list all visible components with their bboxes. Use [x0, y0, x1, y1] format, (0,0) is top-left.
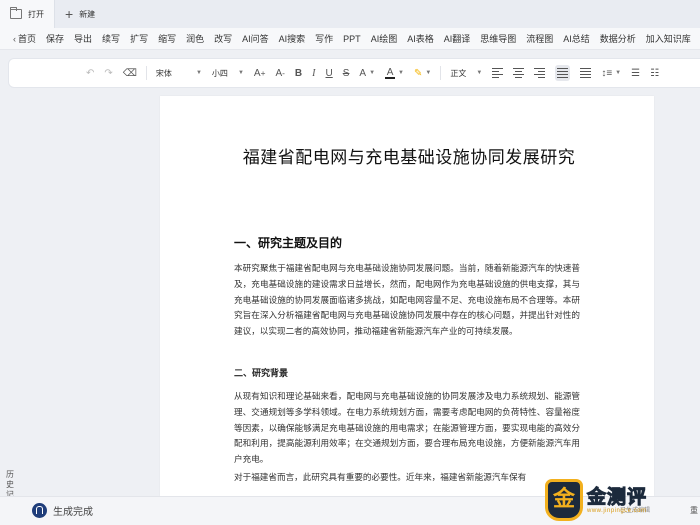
- document-page[interactable]: 福建省配电网与充电基础设施协同发展研究 一、研究主题及目的 本研究聚焦于福建省配…: [160, 96, 654, 496]
- font-family-select[interactable]: 宋体 ▼: [156, 68, 202, 79]
- chevron-down-icon: ▼: [237, 70, 244, 76]
- menu-polish[interactable]: 润色: [181, 28, 209, 49]
- plus-icon: +: [65, 6, 74, 22]
- chevron-down-icon: ▼: [398, 70, 404, 76]
- generation-status-text: 生成完成: [53, 507, 93, 518]
- numbered-list-button[interactable]: ☷: [650, 68, 659, 79]
- document-title: 福建省配电网与充电基础设施协同发展研究: [242, 148, 576, 168]
- menu-writing[interactable]: 写作: [310, 28, 338, 49]
- align-justify-icon: [555, 65, 571, 81]
- align-justify-button[interactable]: [555, 65, 571, 81]
- undo-icon[interactable]: ↶: [86, 68, 94, 79]
- font-color-button[interactable]: A ▼: [385, 67, 404, 79]
- menu-ai-summary[interactable]: AI总结: [558, 28, 595, 49]
- section-heading: 一、研究主题及目的: [234, 236, 343, 250]
- chevron-left-icon: ‹: [13, 33, 16, 44]
- line-spacing-icon: ↕≡: [601, 67, 613, 79]
- list-icon: ☰: [631, 67, 641, 79]
- menu-continue-writing[interactable]: 续写: [97, 28, 125, 49]
- menu-rewrite[interactable]: 改写: [209, 28, 237, 49]
- numbered-list-icon: ☷: [650, 67, 660, 79]
- subsection-heading: 二、研究背景: [234, 369, 289, 379]
- chevron-down-icon: ▼: [615, 70, 622, 76]
- align-right-icon: [534, 68, 546, 78]
- chevron-down-icon: ▼: [195, 70, 202, 76]
- align-left-button[interactable]: [492, 68, 504, 78]
- menu-bar: ‹ 首页 保存 导出 续写 扩写 缩写 润色 改写 AI问答 AI搜索 写作 PP…: [0, 28, 700, 50]
- chevron-down-icon: ▼: [476, 70, 483, 76]
- tab-open-label: 打开: [28, 9, 44, 19]
- folder-icon: [10, 7, 22, 19]
- change-case-button[interactable]: A ▼: [359, 68, 375, 79]
- highlighter-icon: ✎: [413, 67, 423, 79]
- menu-ppt[interactable]: PPT: [338, 28, 366, 49]
- format-toolbar: ↶ ↷ ⌫ 宋体 ▼ 小四 ▼ A + A- B I U S A ▼ A ▼ ✎ ▼ 正文 ▼…: [8, 58, 700, 88]
- home-button[interactable]: ‹ 首页: [8, 28, 41, 49]
- paragraph: 从现有知识和理论基础来看，配电网与充电基础设施的协同发展涉及电力系统规划、能源管…: [234, 392, 580, 466]
- bold-button[interactable]: B: [295, 68, 302, 79]
- eraser-icon[interactable]: ⌫: [123, 68, 137, 79]
- watermark-url: www.jinpingce.com: [587, 508, 647, 514]
- watermark-logo: 金 金测评 www.jinpingce.com: [545, 478, 695, 522]
- font-size-select[interactable]: 小四 ▼: [212, 68, 244, 79]
- menu-data-analysis[interactable]: 数据分析: [595, 28, 641, 49]
- tab-bar: 打开 + 新建: [0, 0, 700, 28]
- menu-add-knowledge[interactable]: 加入知识库: [641, 28, 696, 49]
- align-center-button[interactable]: [513, 68, 525, 78]
- tab-new[interactable]: + 新建: [55, 0, 105, 28]
- watermark-badge: 金: [545, 479, 583, 521]
- tab-open[interactable]: 打开: [0, 0, 55, 28]
- distributed-align-button[interactable]: [580, 68, 592, 78]
- paragraph: 本研究聚焦于福建省配电网与充电基础设施协同发展问题。当前，随着新能源汽车的快速普…: [234, 264, 580, 338]
- bullet-list-button[interactable]: ☰: [631, 68, 640, 79]
- align-distributed-icon: [580, 68, 592, 78]
- redo-icon[interactable]: ↷: [104, 68, 112, 79]
- italic-button[interactable]: I: [312, 68, 315, 79]
- menu-flowchart[interactable]: 流程图: [521, 28, 558, 49]
- menu-export[interactable]: 导出: [69, 28, 97, 49]
- menu-ai-table[interactable]: AI表格: [402, 28, 439, 49]
- toolbar-divider: [440, 66, 442, 80]
- app-logo-icon: [32, 503, 47, 518]
- menu-ai-drawing[interactable]: AI绘图: [366, 28, 403, 49]
- underline-button[interactable]: U: [326, 68, 333, 79]
- chevron-down-icon: ▼: [369, 70, 376, 76]
- paragraph-style-select[interactable]: 正文 ▼: [450, 68, 482, 79]
- menu-save[interactable]: 保存: [41, 28, 69, 49]
- menu-shorten[interactable]: 缩写: [153, 28, 181, 49]
- align-right-button[interactable]: [534, 68, 546, 78]
- generation-status: 生成完成: [32, 503, 93, 518]
- align-center-icon: [513, 68, 525, 78]
- align-left-icon: [492, 68, 504, 78]
- menu-expand[interactable]: 扩写: [125, 28, 153, 49]
- paragraph: 对于福建省而言，此研究具有重要的必要性。近年来，福建省新能源汽车保有: [234, 473, 527, 483]
- grow-font-button[interactable]: A +: [254, 68, 266, 79]
- chevron-down-icon: ▼: [425, 70, 432, 76]
- strikethrough-button[interactable]: S: [343, 68, 350, 79]
- menu-mind-map[interactable]: 思维导图: [475, 28, 521, 49]
- watermark-text: 金测评 www.jinpingce.com: [586, 486, 648, 515]
- toolbar-divider: [145, 66, 147, 80]
- shrink-font-button[interactable]: A-: [275, 68, 284, 79]
- font-color-swatch: [385, 76, 396, 79]
- menu-ai-qa[interactable]: AI问答: [237, 28, 274, 49]
- watermark-main-text: 金测评: [586, 486, 648, 509]
- line-spacing-button[interactable]: ↕≡ ▼: [601, 68, 621, 79]
- menu-ai-translate[interactable]: AI翻译: [439, 28, 476, 49]
- tab-new-label: 新建: [79, 9, 96, 19]
- highlight-button[interactable]: ✎ ▼: [414, 68, 431, 79]
- menu-ai-search[interactable]: AI搜索: [274, 28, 311, 49]
